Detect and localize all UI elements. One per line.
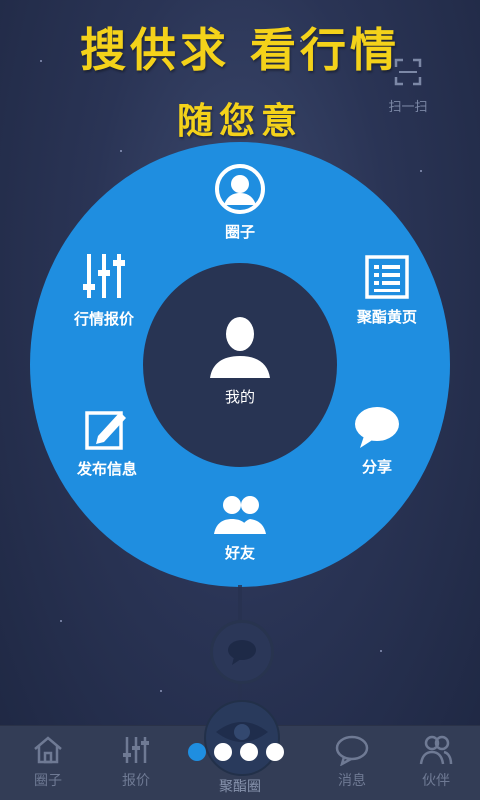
message-icon bbox=[335, 735, 369, 766]
scan-label: 扫一扫 bbox=[388, 100, 428, 115]
wheel-item-yellow-pages[interactable]: 聚酯黄页 bbox=[342, 254, 432, 327]
home-icon bbox=[34, 736, 62, 764]
wheel-center-label: 我的 bbox=[224, 388, 255, 406]
chat-shortcut-button[interactable] bbox=[210, 620, 274, 684]
partners-icon bbox=[419, 735, 453, 765]
tab-polyester-circle-button[interactable] bbox=[204, 700, 280, 776]
tab-polyester-circle-label: 聚酯圈 bbox=[219, 779, 261, 795]
sliders-icon bbox=[123, 737, 149, 763]
scan-button[interactable]: 扫一扫 bbox=[386, 58, 430, 115]
wheel-item-publish[interactable]: 发布信息 bbox=[62, 406, 152, 479]
wheel-item-share[interactable]: 分享 bbox=[342, 404, 412, 477]
wheel-item-circle-label: 圈子 bbox=[224, 223, 255, 241]
page-dot[interactable] bbox=[266, 743, 284, 761]
wheel-item-publish-label: 发布信息 bbox=[76, 460, 137, 478]
friends-icon bbox=[214, 496, 266, 534]
page-indicator bbox=[188, 743, 292, 763]
tab-circle[interactable]: 圈子 bbox=[8, 726, 88, 800]
tab-partners-label: 伙伴 bbox=[422, 773, 450, 789]
tab-circle-label: 圈子 bbox=[34, 773, 62, 789]
page-dot[interactable] bbox=[214, 743, 232, 761]
chat-icon bbox=[228, 640, 256, 665]
speech-bubble-icon bbox=[355, 407, 399, 448]
edit-icon bbox=[85, 411, 126, 450]
wheel-item-quotes-label: 行情报价 bbox=[73, 310, 134, 328]
wheel-item-share-label: 分享 bbox=[361, 458, 392, 476]
user-silhouette-icon bbox=[210, 317, 270, 378]
sliders-icon bbox=[83, 254, 125, 298]
list-page-icon bbox=[365, 255, 409, 299]
wheel-center-me[interactable]: 我的 bbox=[190, 312, 290, 407]
tab-partners[interactable]: 伙伴 bbox=[396, 726, 476, 800]
scan-icon bbox=[394, 58, 422, 86]
wheel-item-yellow-pages-label: 聚酯黄页 bbox=[356, 308, 417, 326]
page-dot-active[interactable] bbox=[188, 743, 206, 761]
tab-messages[interactable]: 消息 bbox=[312, 726, 392, 800]
wheel-item-quotes[interactable]: 行情报价 bbox=[58, 250, 150, 329]
wheel-item-friends[interactable]: 好友 bbox=[200, 492, 280, 563]
tab-quotes-label: 报价 bbox=[122, 773, 150, 789]
tab-messages-label: 消息 bbox=[338, 773, 366, 789]
page-dot[interactable] bbox=[240, 743, 258, 761]
user-circle-icon bbox=[215, 164, 265, 214]
wheel-item-circle[interactable]: 圈子 bbox=[200, 163, 280, 242]
tab-quotes[interactable]: 报价 bbox=[96, 726, 176, 800]
wheel-item-friends-label: 好友 bbox=[224, 544, 255, 562]
